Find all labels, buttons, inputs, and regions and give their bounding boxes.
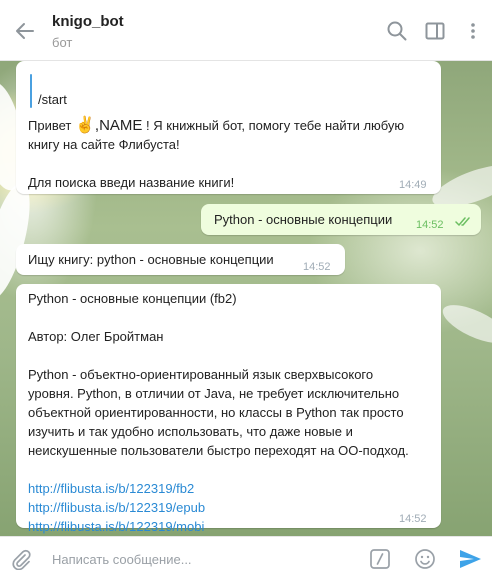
- message-list[interactable]: /start Привет ✌,NAME ! Я книжный бот, по…: [0, 61, 492, 536]
- book-title: Python - основные концепции (fb2): [28, 291, 237, 306]
- slash-command-icon[interactable]: [369, 548, 391, 570]
- message-time: 14:49: [399, 179, 427, 191]
- back-arrow-icon[interactable]: [13, 19, 37, 43]
- outgoing-message[interactable]: Python - основные концепции 14:52: [201, 204, 481, 235]
- book-description-line: объектной ориентированности, но классы в…: [28, 405, 404, 420]
- incoming-message[interactable]: /start Привет ✌,NAME ! Я книжный бот, по…: [16, 61, 441, 194]
- message-time: 14:52: [416, 219, 444, 231]
- download-link-fb2[interactable]: http://flibusta.is/b/122319/fb2: [28, 479, 409, 498]
- background-flower-petal: [437, 297, 492, 351]
- message-input[interactable]: [50, 546, 354, 572]
- message-text: Ищу книгу: python - основные концепции: [28, 252, 274, 267]
- reply-quote-bar: [30, 74, 32, 108]
- incoming-message[interactable]: Python - основные концепции (fb2) Автор:…: [16, 284, 441, 534]
- send-icon[interactable]: [458, 547, 482, 571]
- book-description-line: Python - объектно-ориентированный язык с…: [28, 367, 374, 382]
- book-author: Автор: Олег Бройтман: [28, 329, 164, 344]
- message-line: Для поиска введи название книги!: [28, 175, 235, 190]
- download-link-mobi[interactable]: http://flibusta.is/b/122319/mobi: [28, 517, 409, 536]
- book-description-line: уровня. Python, в отличии от Java, не тр…: [28, 386, 400, 401]
- message-text: Python - основные концепции: [214, 212, 393, 227]
- read-double-check-icon: [455, 217, 470, 226]
- book-description-line: изучить и так удобно использовать, что д…: [28, 424, 353, 439]
- more-vertical-icon[interactable]: [462, 20, 484, 42]
- message-time: 14:52: [399, 513, 427, 525]
- search-icon[interactable]: [386, 20, 408, 42]
- message-time: 14:52: [303, 261, 331, 273]
- book-description-line: неискушенные пользователи быстро переход…: [28, 443, 409, 458]
- victory-hand-emoji: ✌: [74, 117, 95, 134]
- download-link-epub[interactable]: http://flibusta.is/b/122319/epub: [28, 498, 409, 517]
- paperclip-icon[interactable]: [10, 548, 32, 570]
- chat-title[interactable]: knigo_bot: [52, 13, 124, 30]
- sidebar-toggle-icon[interactable]: [424, 20, 446, 42]
- message-line: [28, 154, 404, 173]
- message-line: книгу на сайте Флибуста!: [28, 137, 180, 152]
- incoming-message[interactable]: Ищу книгу: python - основные концепции 1…: [16, 244, 345, 275]
- reply-quote-text: /start: [38, 92, 67, 107]
- message-line: Привет ✌,NAME ! Я книжный бот, помогу те…: [28, 117, 405, 134]
- message-composer: [0, 536, 492, 579]
- chat-subtitle: бот: [52, 35, 73, 50]
- smiley-icon[interactable]: [414, 548, 436, 570]
- name-placeholder: ,NAME: [94, 117, 143, 134]
- chat-header: knigo_bot бот: [0, 0, 492, 61]
